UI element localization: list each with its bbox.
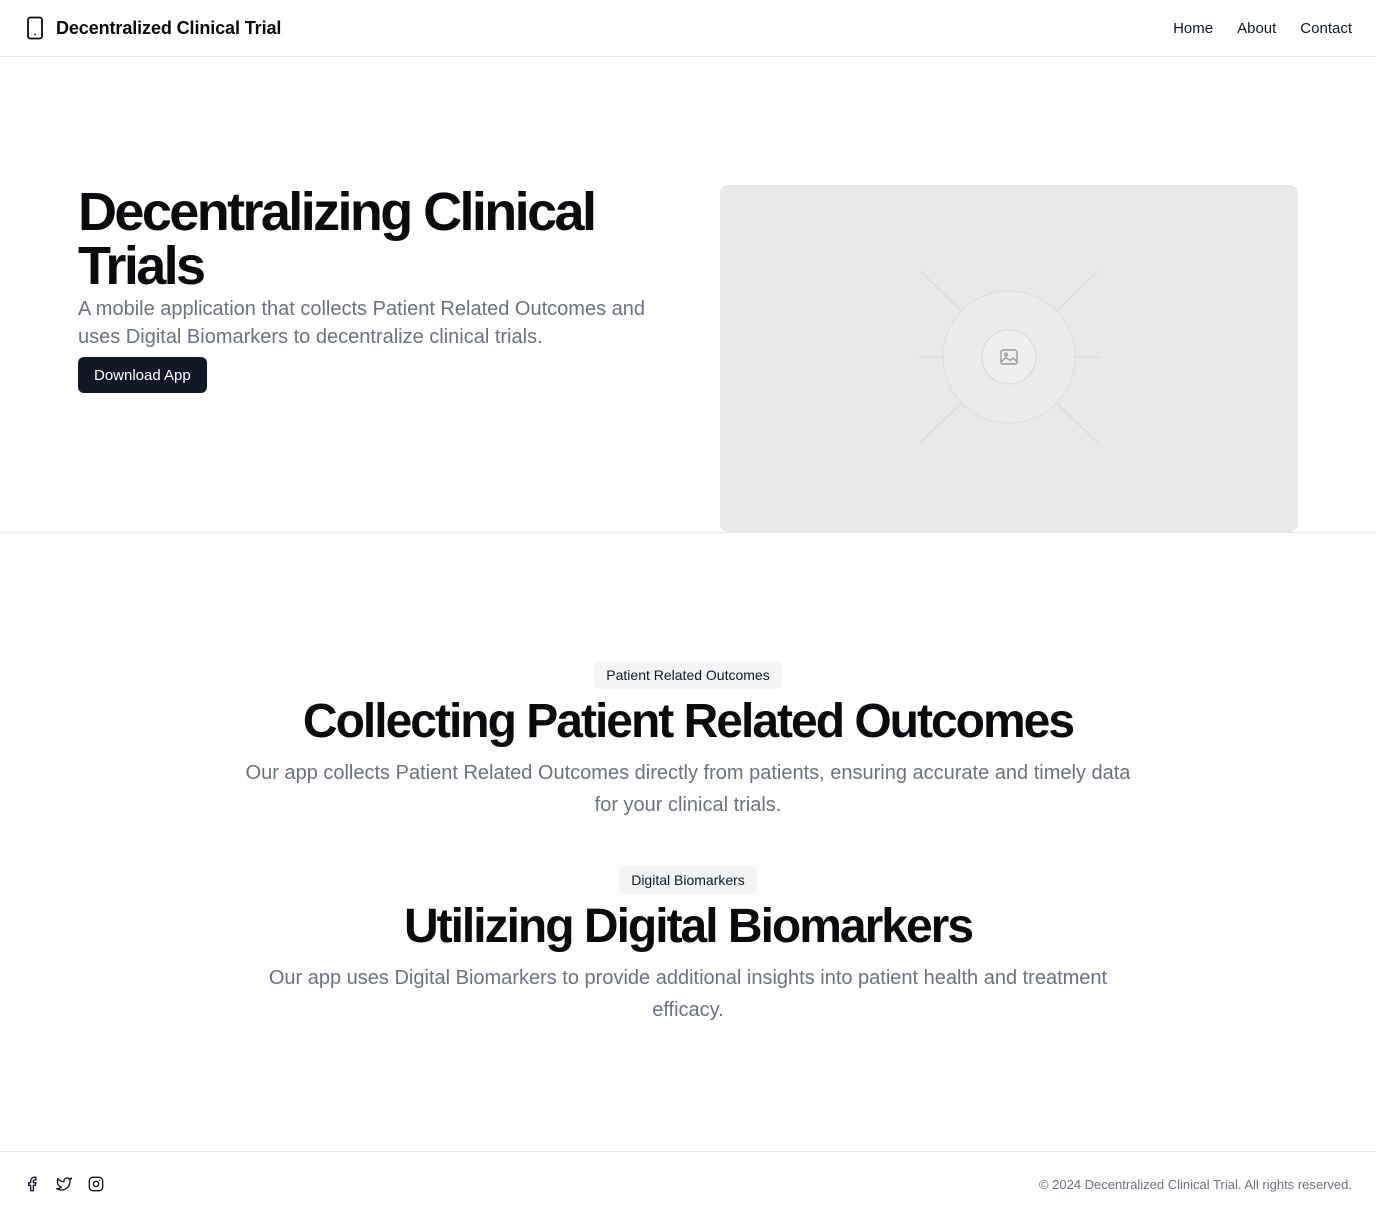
image-placeholder-icon	[918, 270, 1100, 444]
main-nav: Home About Contact	[1173, 20, 1352, 37]
feature-title: Collecting Patient Related Outcomes	[302, 695, 1075, 748]
instagram-icon[interactable]	[88, 1176, 104, 1192]
feature-description: Our app uses Digital Biomarkers to provi…	[268, 967, 1108, 1021]
brand-title: Decentralized Clinical Trial	[56, 17, 282, 38]
nav-home-link[interactable]: Home	[1173, 20, 1213, 37]
feature-digital-biomarkers: Digital Biomarkers Utilizing Digital Bio…	[0, 866, 1376, 1026]
feature-badge: Digital Biomarkers	[619, 866, 757, 894]
site-footer: © 2024 Decentralized Clinical Trial. All…	[0, 1151, 1376, 1216]
copyright-text: © 2024 Decentralized Clinical Trial. All…	[1038, 1176, 1352, 1192]
site-header: Decentralized Clinical Trial Home About …	[0, 0, 1376, 57]
hero-image-placeholder	[720, 185, 1298, 532]
hero-subtitle: A mobile application that collects Patie…	[78, 298, 645, 348]
features-section: Patient Related Outcomes Collecting Pati…	[0, 533, 1376, 1150]
smartphone-icon	[26, 16, 44, 40]
social-links	[24, 1176, 104, 1192]
feature-description: Our app collects Patient Related Outcome…	[245, 762, 1131, 816]
facebook-icon[interactable]	[24, 1176, 40, 1192]
feature-patient-outcomes: Patient Related Outcomes Collecting Pati…	[0, 661, 1376, 821]
brand[interactable]: Decentralized Clinical Trial	[26, 16, 281, 40]
feature-title: Utilizing Digital Biomarkers	[403, 900, 974, 953]
nav-contact-link[interactable]: Contact	[1300, 20, 1352, 37]
hero-content: Decentralizing Clinical Trials A mobile …	[78, 185, 678, 393]
hero-title: Decentralizing Clinical Trials	[78, 182, 597, 296]
nav-about-link[interactable]: About	[1237, 20, 1276, 37]
feature-badge: Patient Related Outcomes	[594, 661, 782, 689]
twitter-icon[interactable]	[56, 1176, 72, 1192]
download-app-button[interactable]: Download App	[78, 357, 207, 393]
hero-section: Decentralizing Clinical Trials A mobile …	[0, 57, 1376, 533]
